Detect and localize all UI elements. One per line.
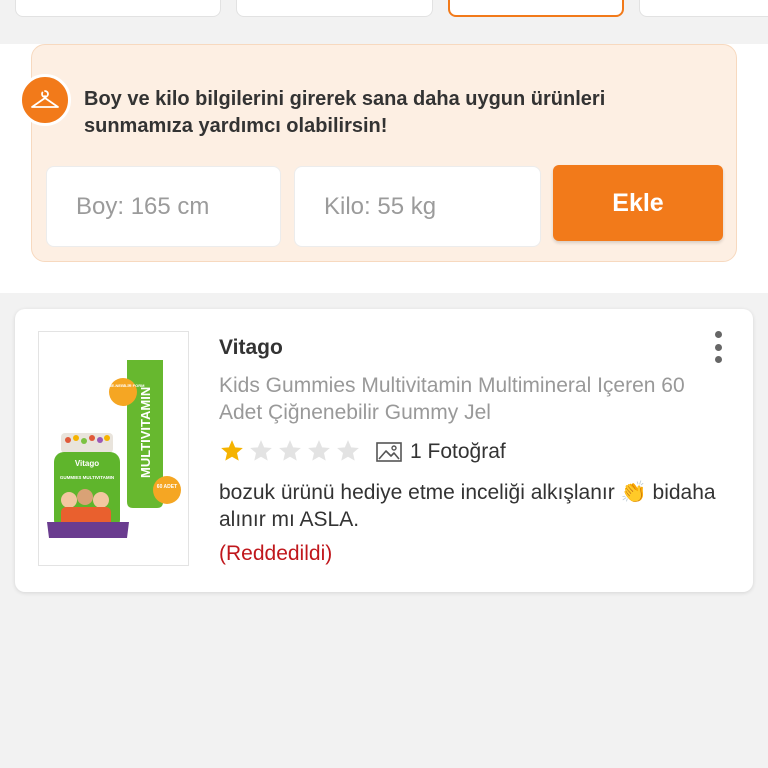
hanger-icon: [19, 74, 71, 126]
filter-card[interactable]: [639, 0, 768, 17]
count-badge: [153, 476, 181, 504]
height-input[interactable]: Boy: 165 cm: [46, 166, 281, 247]
photo-link[interactable]: 1 Fotoğraf: [376, 440, 506, 464]
review-status: (Reddedildi): [219, 542, 333, 565]
product-name[interactable]: Kids Gummies Multivitamin Multimineral I…: [219, 372, 719, 426]
product-thumbnail[interactable]: MULTIVITAMIN ÇİĞNE-NEBİLİR FORM 60 ADET …: [38, 331, 189, 566]
thumb-badge-bottom: 60 ADET: [157, 484, 177, 490]
star-empty-icon: [279, 440, 301, 461]
thumb-brand: Vitago: [75, 459, 99, 468]
star-filled-icon: [221, 440, 243, 461]
star-empty-icon: [337, 440, 359, 461]
star-empty-icon: [308, 440, 330, 461]
thumb-jar-text: GUMMIES MULTIVITAMIN: [60, 475, 114, 480]
thumb-label: MULTIVITAMIN: [138, 387, 153, 478]
review-comment: bozuk ürünü hediye etme inceliği alkışla…: [219, 481, 716, 531]
photo-count-label: 1 Fotoğraf: [410, 440, 506, 463]
star-empty-icon: [250, 440, 272, 461]
size-info-text: Boy ve kilo bilgilerini girerek sana dah…: [84, 88, 606, 137]
filter-card-selected[interactable]: [448, 0, 624, 17]
filter-card[interactable]: [236, 0, 433, 17]
rating-stars: [219, 438, 361, 464]
add-button[interactable]: Ekle: [553, 165, 723, 241]
filter-card[interactable]: [15, 0, 221, 17]
more-options-icon[interactable]: [708, 331, 728, 363]
thumb-base: [47, 522, 129, 538]
image-icon: [376, 442, 402, 462]
thumb-badge-top: ÇİĞNE-NEBİLİR FORM: [102, 383, 146, 388]
weight-input[interactable]: Kilo: 55 kg: [294, 166, 541, 247]
brand-name[interactable]: Vitago: [219, 336, 283, 360]
